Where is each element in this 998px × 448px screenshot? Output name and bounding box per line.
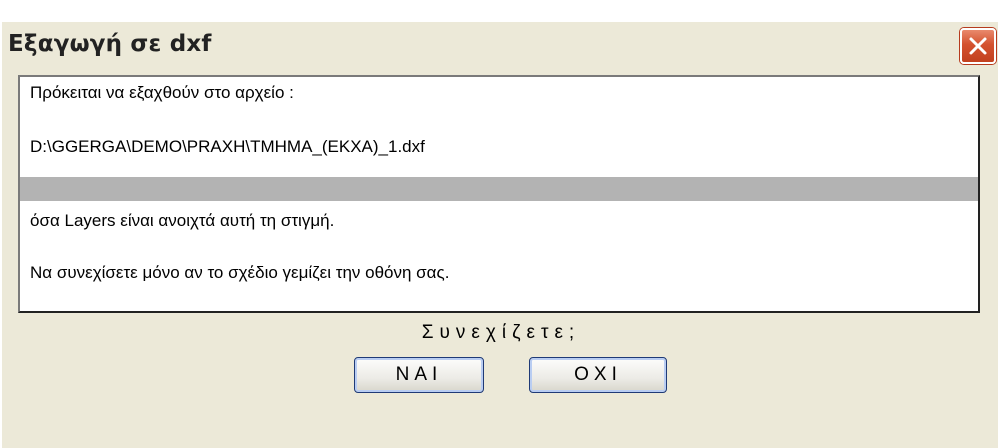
continue-prompt: Συνεχίζετε; <box>421 322 581 343</box>
message-line-layers: όσα Layers είναι ανοιχτά αυτή τη στιγμή. <box>30 211 335 230</box>
message-box: Πρόκειται να εξαχθούν στο αρχείο : D:\GG… <box>18 75 980 313</box>
yes-button[interactable]: NAI <box>354 357 484 393</box>
no-button[interactable]: OXI <box>529 357 667 393</box>
window-top-edge <box>2 2 998 22</box>
dialog-window: Εξαγωγή σε dxf Πρόκειται να εξαχθούν στο… <box>0 0 998 448</box>
window-title: Εξαγωγή σε dxf <box>8 31 212 57</box>
message-file-path: D:\GGERGA\DEMO\PRAXH\TMHMA_(EKXA)_1.dxf <box>30 137 425 156</box>
selected-empty-line <box>20 177 978 201</box>
title-bar[interactable]: Εξαγωγή σε dxf <box>2 22 998 70</box>
message-line-intro: Πρόκειται να εξαχθούν στο αρχείο : <box>30 83 294 102</box>
close-icon <box>969 37 987 55</box>
message-line-warning: Να συνεχίσετε μόνο αν το σχέδιο γεμίζει … <box>30 263 450 282</box>
close-button[interactable] <box>960 28 996 64</box>
